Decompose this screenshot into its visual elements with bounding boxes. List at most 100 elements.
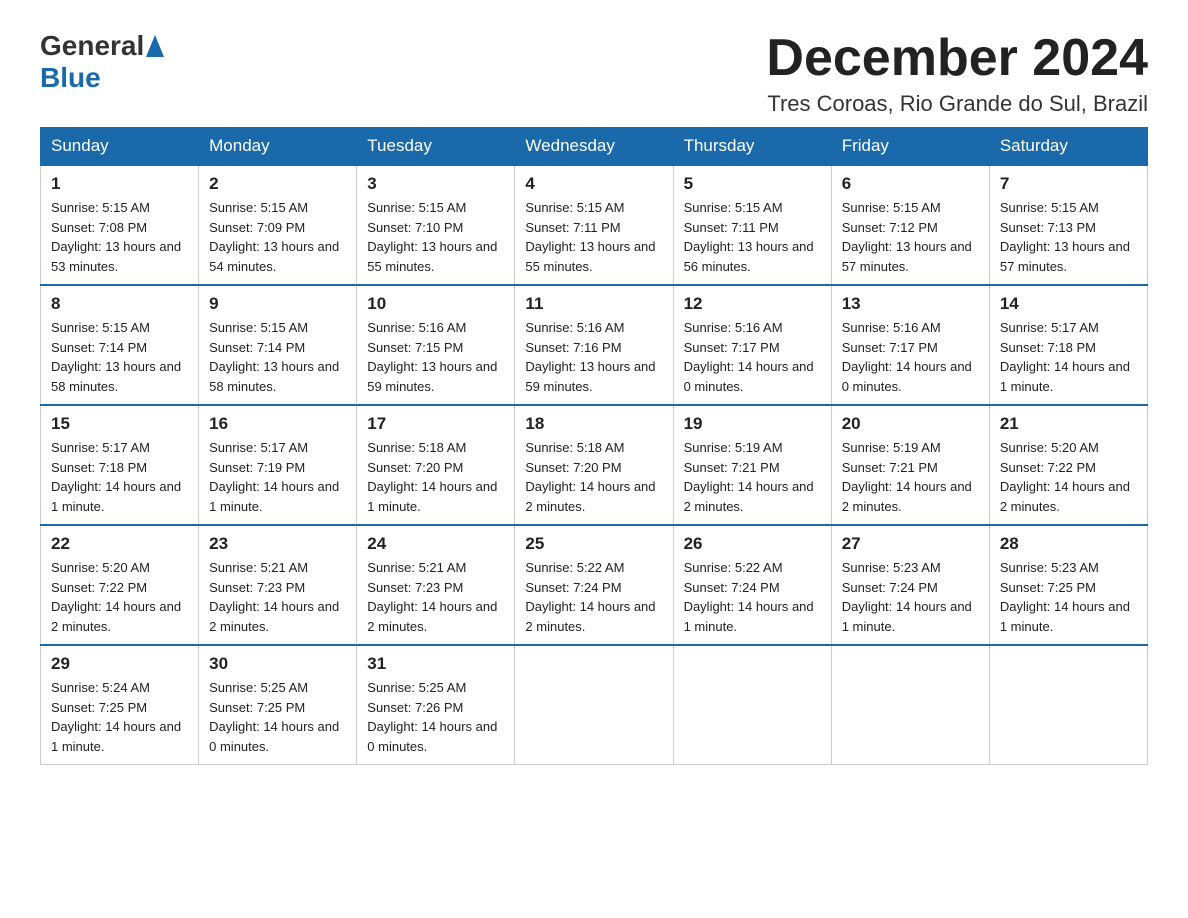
day-info: Sunrise: 5:25 AMSunset: 7:25 PMDaylight:… (209, 680, 339, 754)
day-info: Sunrise: 5:15 AMSunset: 7:14 PMDaylight:… (51, 320, 181, 394)
calendar-week-row: 1 Sunrise: 5:15 AMSunset: 7:08 PMDayligh… (41, 165, 1148, 285)
calendar-day-cell: 16 Sunrise: 5:17 AMSunset: 7:19 PMDaylig… (199, 405, 357, 525)
calendar-day-cell: 31 Sunrise: 5:25 AMSunset: 7:26 PMDaylig… (357, 645, 515, 765)
day-info: Sunrise: 5:15 AMSunset: 7:11 PMDaylight:… (525, 200, 655, 274)
calendar-day-cell: 26 Sunrise: 5:22 AMSunset: 7:24 PMDaylig… (673, 525, 831, 645)
day-number: 31 (367, 654, 504, 674)
calendar-week-row: 29 Sunrise: 5:24 AMSunset: 7:25 PMDaylig… (41, 645, 1148, 765)
day-number: 9 (209, 294, 346, 314)
calendar-day-cell: 3 Sunrise: 5:15 AMSunset: 7:10 PMDayligh… (357, 165, 515, 285)
day-info: Sunrise: 5:21 AMSunset: 7:23 PMDaylight:… (209, 560, 339, 634)
day-number: 23 (209, 534, 346, 554)
day-info: Sunrise: 5:17 AMSunset: 7:18 PMDaylight:… (1000, 320, 1130, 394)
day-info: Sunrise: 5:16 AMSunset: 7:15 PMDaylight:… (367, 320, 497, 394)
calendar-day-cell: 11 Sunrise: 5:16 AMSunset: 7:16 PMDaylig… (515, 285, 673, 405)
day-number: 20 (842, 414, 979, 434)
day-number: 10 (367, 294, 504, 314)
logo-blue-text: Blue (40, 62, 101, 93)
day-number: 5 (684, 174, 821, 194)
day-info: Sunrise: 5:15 AMSunset: 7:12 PMDaylight:… (842, 200, 972, 274)
day-info: Sunrise: 5:18 AMSunset: 7:20 PMDaylight:… (367, 440, 497, 514)
day-number: 30 (209, 654, 346, 674)
day-info: Sunrise: 5:16 AMSunset: 7:17 PMDaylight:… (842, 320, 972, 394)
calendar-week-row: 8 Sunrise: 5:15 AMSunset: 7:14 PMDayligh… (41, 285, 1148, 405)
day-info: Sunrise: 5:15 AMSunset: 7:09 PMDaylight:… (209, 200, 339, 274)
day-number: 28 (1000, 534, 1137, 554)
calendar-day-cell: 14 Sunrise: 5:17 AMSunset: 7:18 PMDaylig… (989, 285, 1147, 405)
calendar-day-cell: 22 Sunrise: 5:20 AMSunset: 7:22 PMDaylig… (41, 525, 199, 645)
day-number: 13 (842, 294, 979, 314)
day-number: 3 (367, 174, 504, 194)
calendar-day-cell: 20 Sunrise: 5:19 AMSunset: 7:21 PMDaylig… (831, 405, 989, 525)
calendar-day-cell: 13 Sunrise: 5:16 AMSunset: 7:17 PMDaylig… (831, 285, 989, 405)
day-info: Sunrise: 5:23 AMSunset: 7:25 PMDaylight:… (1000, 560, 1130, 634)
calendar-day-cell: 27 Sunrise: 5:23 AMSunset: 7:24 PMDaylig… (831, 525, 989, 645)
calendar-day-cell: 18 Sunrise: 5:18 AMSunset: 7:20 PMDaylig… (515, 405, 673, 525)
calendar-day-header: Monday (199, 128, 357, 166)
day-info: Sunrise: 5:15 AMSunset: 7:14 PMDaylight:… (209, 320, 339, 394)
day-info: Sunrise: 5:15 AMSunset: 7:11 PMDaylight:… (684, 200, 814, 274)
calendar-day-cell: 23 Sunrise: 5:21 AMSunset: 7:23 PMDaylig… (199, 525, 357, 645)
calendar-day-cell (989, 645, 1147, 765)
calendar-day-header: Thursday (673, 128, 831, 166)
day-number: 12 (684, 294, 821, 314)
calendar-day-header: Tuesday (357, 128, 515, 166)
day-number: 2 (209, 174, 346, 194)
day-number: 17 (367, 414, 504, 434)
calendar-day-cell (673, 645, 831, 765)
day-number: 6 (842, 174, 979, 194)
day-number: 7 (1000, 174, 1137, 194)
calendar-day-cell: 24 Sunrise: 5:21 AMSunset: 7:23 PMDaylig… (357, 525, 515, 645)
day-info: Sunrise: 5:19 AMSunset: 7:21 PMDaylight:… (684, 440, 814, 514)
logo-triangle-icon (146, 35, 164, 57)
day-info: Sunrise: 5:21 AMSunset: 7:23 PMDaylight:… (367, 560, 497, 634)
day-info: Sunrise: 5:24 AMSunset: 7:25 PMDaylight:… (51, 680, 181, 754)
calendar-day-cell: 9 Sunrise: 5:15 AMSunset: 7:14 PMDayligh… (199, 285, 357, 405)
day-info: Sunrise: 5:20 AMSunset: 7:22 PMDaylight:… (51, 560, 181, 634)
calendar-day-cell: 29 Sunrise: 5:24 AMSunset: 7:25 PMDaylig… (41, 645, 199, 765)
calendar-day-cell: 1 Sunrise: 5:15 AMSunset: 7:08 PMDayligh… (41, 165, 199, 285)
day-info: Sunrise: 5:15 AMSunset: 7:10 PMDaylight:… (367, 200, 497, 274)
day-info: Sunrise: 5:19 AMSunset: 7:21 PMDaylight:… (842, 440, 972, 514)
title-block: December 2024 Tres Coroas, Rio Grande do… (766, 30, 1148, 117)
day-number: 25 (525, 534, 662, 554)
calendar-day-cell: 2 Sunrise: 5:15 AMSunset: 7:09 PMDayligh… (199, 165, 357, 285)
day-info: Sunrise: 5:25 AMSunset: 7:26 PMDaylight:… (367, 680, 497, 754)
day-number: 18 (525, 414, 662, 434)
day-info: Sunrise: 5:16 AMSunset: 7:17 PMDaylight:… (684, 320, 814, 394)
day-number: 15 (51, 414, 188, 434)
page-title: December 2024 (766, 30, 1148, 87)
calendar-day-cell: 19 Sunrise: 5:19 AMSunset: 7:21 PMDaylig… (673, 405, 831, 525)
calendar-table: SundayMondayTuesdayWednesdayThursdayFrid… (40, 127, 1148, 765)
calendar-day-cell: 12 Sunrise: 5:16 AMSunset: 7:17 PMDaylig… (673, 285, 831, 405)
calendar-day-cell: 28 Sunrise: 5:23 AMSunset: 7:25 PMDaylig… (989, 525, 1147, 645)
day-number: 16 (209, 414, 346, 434)
calendar-day-cell: 15 Sunrise: 5:17 AMSunset: 7:18 PMDaylig… (41, 405, 199, 525)
calendar-day-header: Saturday (989, 128, 1147, 166)
calendar-day-cell: 17 Sunrise: 5:18 AMSunset: 7:20 PMDaylig… (357, 405, 515, 525)
day-number: 4 (525, 174, 662, 194)
day-number: 29 (51, 654, 188, 674)
day-info: Sunrise: 5:20 AMSunset: 7:22 PMDaylight:… (1000, 440, 1130, 514)
logo: General Blue (40, 30, 164, 94)
day-info: Sunrise: 5:15 AMSunset: 7:13 PMDaylight:… (1000, 200, 1130, 274)
day-number: 14 (1000, 294, 1137, 314)
page-header: General Blue December 2024 Tres Coroas, … (40, 30, 1148, 117)
calendar-day-cell: 4 Sunrise: 5:15 AMSunset: 7:11 PMDayligh… (515, 165, 673, 285)
day-number: 26 (684, 534, 821, 554)
day-info: Sunrise: 5:15 AMSunset: 7:08 PMDaylight:… (51, 200, 181, 274)
calendar-day-cell (831, 645, 989, 765)
calendar-header-row: SundayMondayTuesdayWednesdayThursdayFrid… (41, 128, 1148, 166)
day-info: Sunrise: 5:16 AMSunset: 7:16 PMDaylight:… (525, 320, 655, 394)
day-number: 11 (525, 294, 662, 314)
day-info: Sunrise: 5:22 AMSunset: 7:24 PMDaylight:… (525, 560, 655, 634)
day-number: 1 (51, 174, 188, 194)
calendar-day-header: Wednesday (515, 128, 673, 166)
day-number: 19 (684, 414, 821, 434)
logo-general-text: General (40, 30, 144, 62)
day-number: 21 (1000, 414, 1137, 434)
calendar-day-cell: 10 Sunrise: 5:16 AMSunset: 7:15 PMDaylig… (357, 285, 515, 405)
day-info: Sunrise: 5:23 AMSunset: 7:24 PMDaylight:… (842, 560, 972, 634)
calendar-day-header: Friday (831, 128, 989, 166)
calendar-week-row: 15 Sunrise: 5:17 AMSunset: 7:18 PMDaylig… (41, 405, 1148, 525)
